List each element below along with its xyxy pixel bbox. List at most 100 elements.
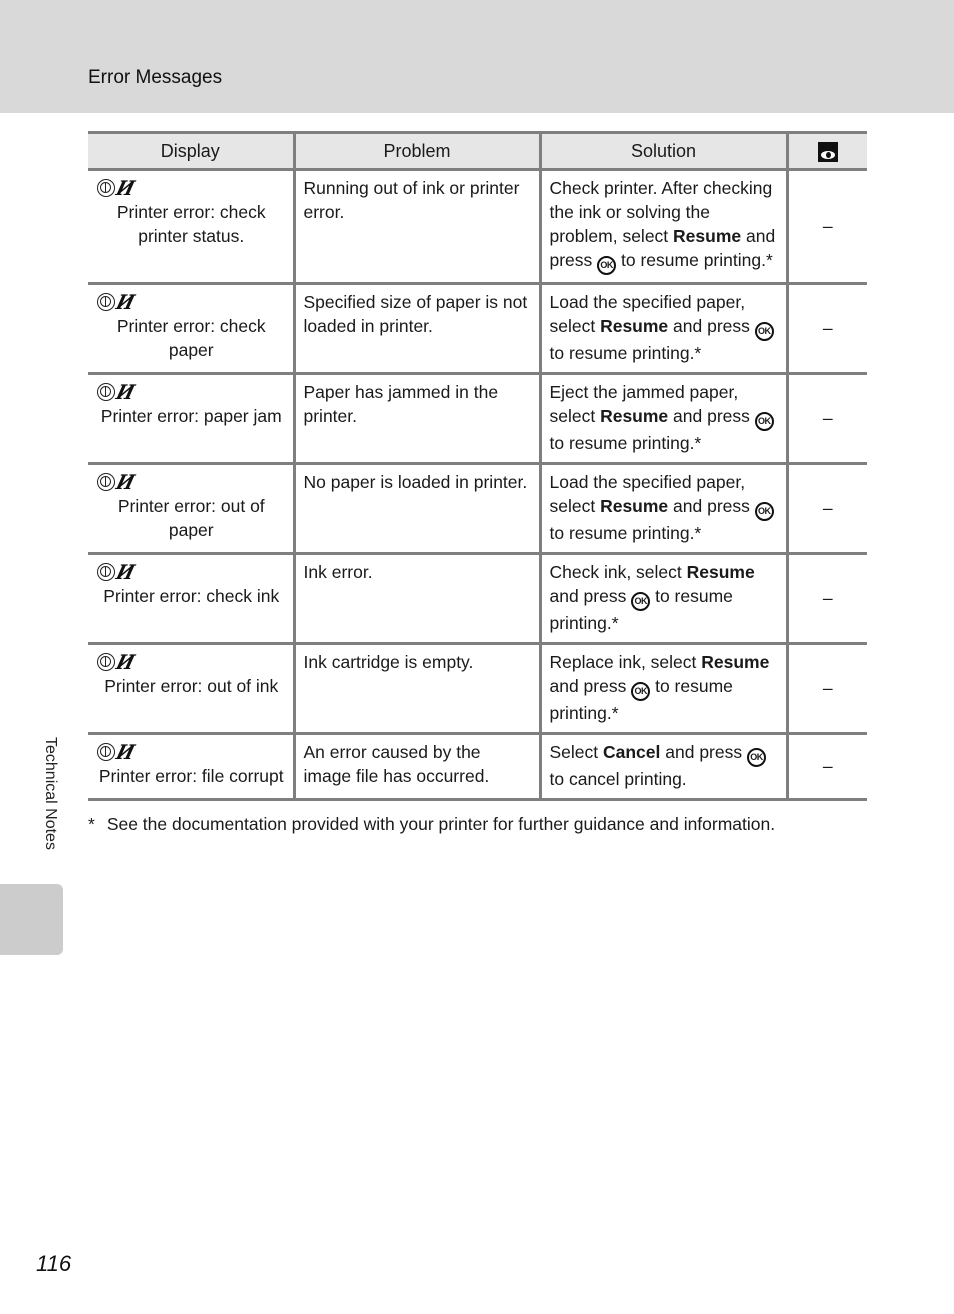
display-icons: И bbox=[96, 470, 287, 494]
ok-button-icon: OK bbox=[746, 748, 766, 767]
solution-cell: Eject the jammed paper, select Resume an… bbox=[538, 373, 787, 465]
table-row: И Printer error: check ink Ink error. Check… bbox=[88, 553, 867, 645]
display-message: Printer error: out of paper bbox=[117, 496, 265, 540]
display-cell: И Printer error: out of ink bbox=[88, 643, 294, 735]
display-cell: И Printer error: paper jam bbox=[88, 373, 294, 465]
solution-text: and press bbox=[549, 676, 632, 696]
display-message: Printer error: out of ink bbox=[104, 676, 279, 696]
table-row: И Printer error: out of ink Ink cartridge … bbox=[88, 643, 867, 735]
solution-text: to resume printing.* bbox=[616, 250, 773, 270]
problem-cell: An error caused by the image file has oc… bbox=[292, 733, 540, 801]
printer-icon bbox=[97, 743, 115, 761]
problem-cell: Specified size of paper is not loaded in… bbox=[292, 283, 540, 375]
solution-text: to resume printing.* bbox=[549, 343, 702, 363]
reference-cell: – bbox=[785, 553, 867, 645]
table-row: И Printer error: file corrupt An error cau… bbox=[88, 733, 867, 801]
ok-button-icon: OK bbox=[631, 682, 651, 701]
problem-cell: Ink error. bbox=[292, 553, 540, 645]
menu-option: Resume bbox=[600, 316, 669, 336]
column-header-problem: Problem bbox=[292, 131, 542, 171]
footnote-text: See the documentation provided with your… bbox=[106, 814, 776, 834]
ink-icon: И bbox=[113, 470, 138, 494]
solution-text: to resume printing.* bbox=[549, 433, 702, 453]
problem-cell: No paper is loaded in printer. bbox=[292, 463, 540, 555]
ink-icon: И bbox=[113, 740, 138, 764]
printer-icon bbox=[97, 383, 115, 401]
display-icons: И bbox=[96, 380, 287, 404]
ink-icon: И bbox=[113, 650, 138, 674]
display-cell: И Printer error: file corrupt bbox=[88, 733, 294, 801]
printer-icon bbox=[97, 473, 115, 491]
solution-cell: Select Cancel and press OK to cancel pri… bbox=[538, 733, 787, 801]
ok-button-icon: OK bbox=[754, 322, 774, 341]
solution-text: and press bbox=[549, 586, 632, 606]
side-tab bbox=[0, 884, 63, 955]
solution-text: and press bbox=[668, 496, 755, 516]
page-number: 116 bbox=[36, 1251, 72, 1276]
menu-option: Resume bbox=[600, 406, 669, 426]
reference-cell: – bbox=[785, 373, 867, 465]
menu-option: Resume bbox=[673, 226, 742, 246]
display-icons: И bbox=[96, 650, 287, 674]
display-icons: И bbox=[96, 290, 287, 314]
display-icons: И bbox=[96, 740, 287, 764]
footnote-marker: * bbox=[88, 814, 95, 834]
ink-icon: И bbox=[113, 560, 138, 584]
printer-icon bbox=[97, 179, 115, 197]
solution-cell: Replace ink, select Resume and press OK … bbox=[538, 643, 787, 735]
solution-cell: Check ink, select Resume and press OK to… bbox=[538, 553, 787, 645]
side-tab-label: Technical Notes bbox=[42, 737, 59, 850]
reference-cell: – bbox=[785, 463, 867, 555]
ok-button-icon: OK bbox=[754, 412, 774, 431]
solution-cell: Load the specified paper, select Resume … bbox=[538, 283, 787, 375]
printer-icon bbox=[97, 653, 115, 671]
table-row: И Printer error: check paper Specified siz… bbox=[88, 283, 867, 375]
table-header-row: Display Problem Solution bbox=[88, 131, 867, 171]
solution-cell: Load the specified paper, select Resume … bbox=[538, 463, 787, 555]
display-message: Printer error: paper jam bbox=[100, 406, 282, 426]
menu-option: Cancel bbox=[603, 742, 661, 762]
display-cell: И Printer error: check ink bbox=[88, 553, 294, 645]
display-message: Printer error: check paper bbox=[116, 316, 266, 360]
display-icons: И bbox=[96, 176, 287, 200]
solution-cell: Check printer. After checking the ink or… bbox=[538, 169, 787, 285]
display-message: Printer error: check ink bbox=[103, 586, 280, 606]
menu-option: Resume bbox=[600, 496, 669, 516]
display-cell: И Printer error: check paper bbox=[88, 283, 294, 375]
display-message: Printer error: check printer status. bbox=[116, 202, 266, 246]
column-header-display: Display bbox=[88, 131, 296, 171]
display-cell: И Printer error: check printer status. bbox=[88, 169, 294, 285]
reference-icon bbox=[817, 142, 838, 163]
problem-cell: Paper has jammed in the printer. bbox=[292, 373, 540, 465]
solution-text: and press bbox=[668, 406, 755, 426]
solution-text: Check ink, select bbox=[549, 562, 687, 582]
printer-icon bbox=[97, 293, 115, 311]
table-row: И Printer error: check printer status. Run… bbox=[88, 169, 867, 285]
ok-button-icon: OK bbox=[631, 592, 651, 611]
reference-cell: – bbox=[785, 733, 867, 801]
header-band bbox=[0, 0, 954, 113]
menu-option: Resume bbox=[686, 562, 755, 582]
footnote: * See the documentation provided with you… bbox=[88, 814, 775, 835]
solution-text: to resume printing.* bbox=[549, 523, 702, 543]
solution-text: and press bbox=[668, 316, 755, 336]
display-icons: И bbox=[96, 560, 287, 584]
menu-option: Resume bbox=[701, 652, 770, 672]
solution-text: and press bbox=[660, 742, 747, 762]
column-header-reference bbox=[785, 131, 867, 171]
column-header-solution: Solution bbox=[538, 131, 789, 171]
solution-text: to cancel printing. bbox=[549, 769, 687, 789]
reference-cell: – bbox=[785, 169, 867, 285]
reference-cell: – bbox=[785, 643, 867, 735]
ok-button-icon: OK bbox=[597, 256, 617, 275]
solution-text: Select bbox=[549, 742, 603, 762]
problem-cell: Running out of ink or printer error. bbox=[292, 169, 540, 285]
ink-icon: И bbox=[113, 380, 138, 404]
error-messages-table: Display Problem Solution И Printer error:… bbox=[88, 131, 867, 801]
printer-icon bbox=[97, 563, 115, 581]
display-message: Printer error: file corrupt bbox=[98, 766, 284, 786]
table-row: И Printer error: out of paper No paper is … bbox=[88, 463, 867, 555]
table-row: И Printer error: paper jam Paper has jamme… bbox=[88, 373, 867, 465]
section-title: Error Messages bbox=[88, 67, 223, 88]
ink-icon: И bbox=[113, 176, 138, 200]
